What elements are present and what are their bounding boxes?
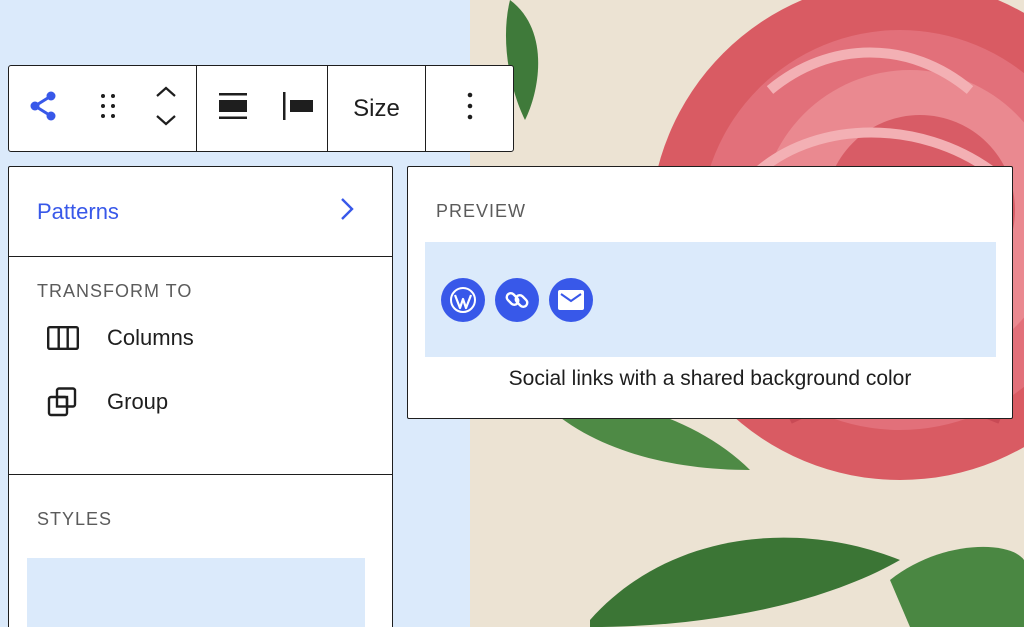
move-up-down-icon bbox=[154, 85, 178, 132]
more-options-icon bbox=[467, 92, 473, 125]
chevron-right-icon bbox=[340, 197, 354, 226]
align-left-button[interactable] bbox=[269, 66, 327, 151]
share-icon bbox=[29, 90, 59, 127]
drag-handle-button[interactable] bbox=[79, 66, 137, 151]
transform-item-columns[interactable]: Columns bbox=[37, 310, 392, 366]
block-switcher-panel: Patterns TRANSFORM TO Columns Group STYL… bbox=[8, 166, 393, 627]
preview-caption: Social links with a shared background co… bbox=[508, 367, 912, 390]
toolbar-group-more bbox=[426, 66, 513, 151]
toolbar-group-size: Size bbox=[328, 66, 426, 151]
wordpress-icon bbox=[441, 277, 485, 322]
patterns-label: Patterns bbox=[37, 198, 119, 224]
styles-section: STYLES bbox=[9, 475, 392, 627]
more-options-button[interactable] bbox=[426, 66, 513, 151]
move-up-down-button[interactable] bbox=[137, 66, 195, 151]
style-option[interactable] bbox=[27, 558, 365, 627]
patterns-menu-item[interactable]: Patterns bbox=[9, 167, 392, 257]
group-icon bbox=[47, 382, 87, 422]
size-button[interactable]: Size bbox=[328, 66, 425, 151]
toolbar-group-justification bbox=[197, 66, 328, 151]
share-button[interactable] bbox=[9, 66, 79, 151]
styles-title: STYLES bbox=[37, 509, 113, 529]
justify-button[interactable] bbox=[197, 66, 269, 151]
columns-icon bbox=[47, 318, 87, 358]
transform-section: TRANSFORM TO Columns Group bbox=[9, 257, 392, 475]
link-icon bbox=[495, 277, 539, 322]
preview-popover: PREVIEW Social links with a shared backg… bbox=[407, 166, 1013, 419]
transform-item-label: Group bbox=[107, 389, 169, 414]
preview-title: PREVIEW bbox=[436, 201, 527, 221]
transform-item-group[interactable]: Group bbox=[37, 374, 392, 430]
preview-box bbox=[425, 242, 996, 357]
toolbar-group-block bbox=[9, 66, 197, 151]
drag-handle-icon bbox=[99, 93, 117, 124]
block-toolbar: Size bbox=[8, 65, 514, 152]
transform-item-label: Columns bbox=[107, 325, 194, 350]
transform-title: TRANSFORM TO bbox=[37, 281, 193, 301]
justify-icon bbox=[219, 92, 247, 125]
mail-icon bbox=[549, 277, 593, 322]
align-left-icon bbox=[282, 92, 314, 125]
